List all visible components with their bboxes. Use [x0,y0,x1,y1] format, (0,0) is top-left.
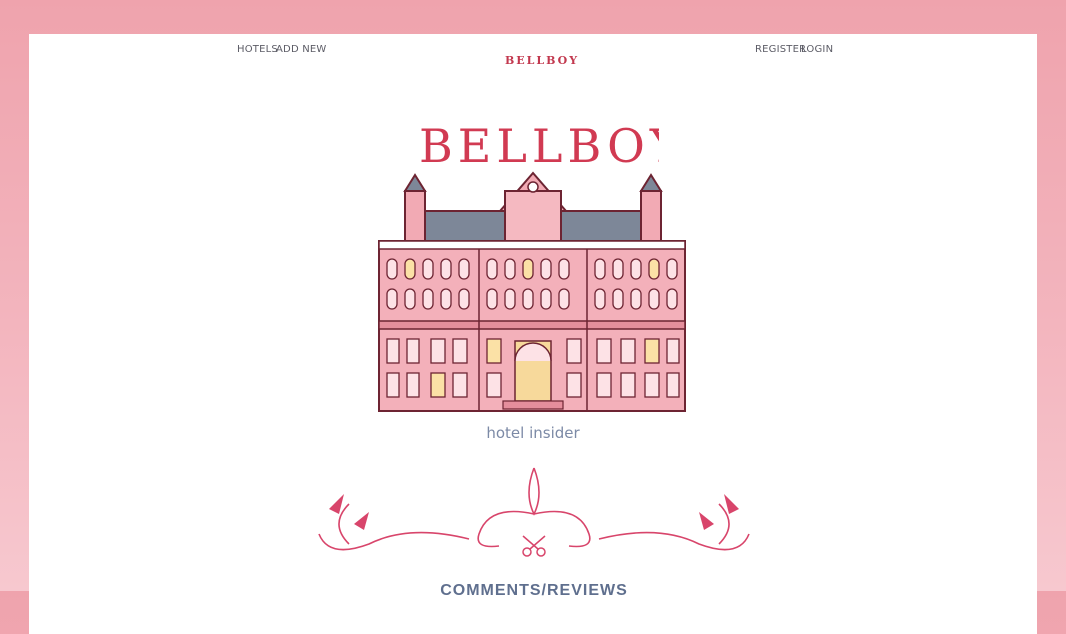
hero-tagline: hotel insider [486,424,580,442]
crossed-keys-icon [522,535,546,557]
page-card: HOTELS ADD NEW BELLBOY REGISTER LOGIN BE… [29,34,1037,634]
nav-login-link[interactable]: LOGIN [801,44,833,55]
top-nav: HOTELS ADD NEW BELLBOY REGISTER LOGIN [29,44,1037,67]
brand-logo-small[interactable]: BELLBOY [505,54,579,67]
hero-logo-art: BELLBOY [419,119,680,173]
nav-register-link[interactable]: REGISTER [755,44,806,55]
ornament-divider [318,467,750,557]
nav-hotels-link[interactable]: HOTELS [237,44,278,55]
nav-add-new-link[interactable]: ADD NEW [276,44,327,55]
comments-reviews-heading: COMMENTS/REVIEWS [440,582,628,599]
hero-logo: BELLBOY [419,114,680,173]
hero-title-text: BELLBOY [419,119,659,173]
hotel-illustration [378,171,686,412]
